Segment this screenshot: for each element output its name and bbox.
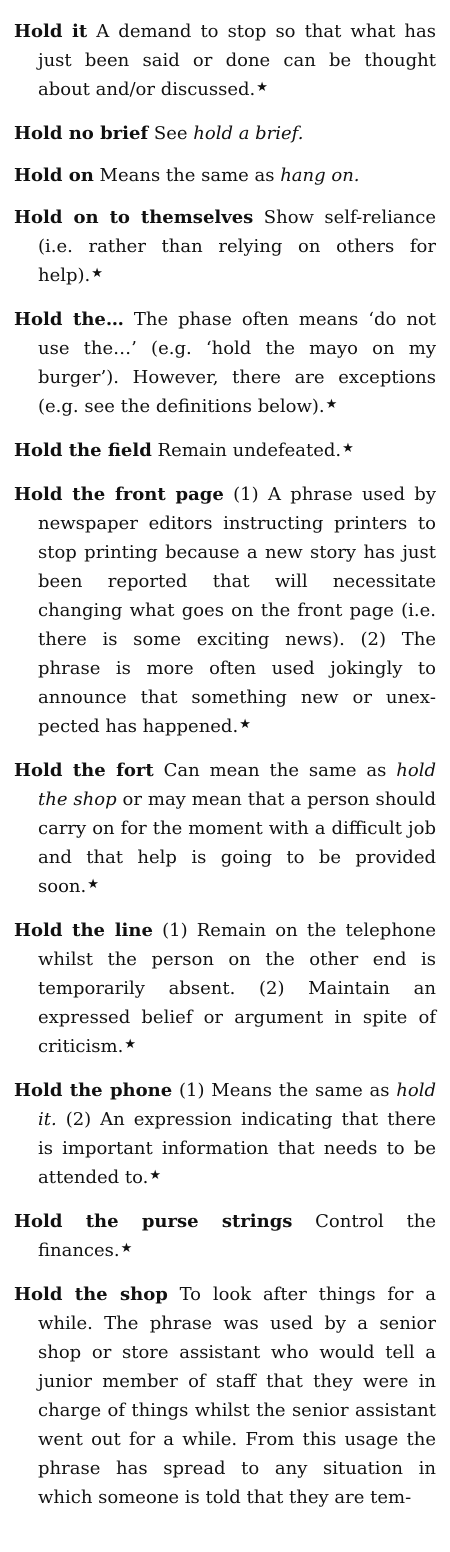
dictionary-entry: Hold the… The phase often means ‘do not …: [14, 305, 436, 423]
entry-headword: Hold the field: [14, 440, 152, 461]
entry-definition: See: [153, 123, 194, 144]
dictionary-entry: Hold on Means the same as hang on.: [14, 161, 436, 190]
dictionary-entry: Hold the fort Can mean the same as hold …: [14, 756, 436, 903]
star-marker: ★: [91, 266, 103, 281]
entry-headword: Hold the shop: [14, 1284, 168, 1305]
dictionary-entry: Hold the phone (1) Means the same as hol…: [14, 1076, 436, 1194]
entry-definition: (1) Means the same as: [179, 1080, 397, 1101]
entry-headword: Hold the…: [14, 309, 124, 330]
dictionary-entry: Hold the field Remain undefeated.★: [14, 436, 436, 467]
dictionary-page: Hold it A demand to stop so that what ha…: [14, 17, 436, 1525]
entry-headword: Hold the line: [14, 920, 153, 941]
cross-reference: hang on.: [280, 165, 360, 186]
dictionary-entry: Hold the purse strings Control the finan…: [14, 1207, 436, 1267]
entry-headword: Hold the purse strings: [14, 1211, 293, 1232]
entry-headword: Hold the fort: [14, 760, 154, 781]
dictionary-entry: Hold the front page (1) A phrase used by…: [14, 480, 436, 743]
entry-headword: Hold on: [14, 165, 94, 186]
entry-definition: (2) An expression indicating that there …: [38, 1109, 436, 1188]
cross-reference: hold a brief.: [193, 123, 304, 144]
dictionary-entry: Hold the shop To look after things for a…: [14, 1280, 436, 1512]
dictionary-entry: Hold on to themselves Show self-reliance…: [14, 203, 436, 292]
entry-headword: Hold the phone: [14, 1080, 173, 1101]
star-marker: ★: [124, 1037, 136, 1052]
entry-definition: (1) A phrase used by newspaper editors i…: [38, 484, 436, 737]
star-marker: ★: [325, 397, 338, 412]
star-marker: ★: [342, 441, 354, 456]
dictionary-entry: Hold the line (1) Remain on the telephon…: [14, 916, 436, 1063]
entry-definition: To look after things for a while. The ph…: [38, 1284, 436, 1508]
entry-definition: A demand to stop so that what has just b…: [38, 21, 436, 100]
star-marker: ★: [239, 717, 251, 732]
dictionary-entry: Hold no brief See hold a brief.: [14, 119, 436, 148]
star-marker: ★: [87, 877, 99, 892]
entry-headword: Hold it: [14, 21, 88, 42]
entry-definition: Remain undefeated.: [157, 440, 342, 461]
entry-headword: Hold on to themselves: [14, 207, 254, 228]
star-marker: ★: [256, 80, 268, 95]
star-marker: ★: [120, 1241, 133, 1256]
entry-headword: Hold the front page: [14, 484, 224, 505]
entry-definition: Means the same as: [99, 165, 281, 186]
star-marker: ★: [149, 1168, 161, 1183]
entry-definition: Can mean the same as: [163, 760, 397, 781]
entry-headword: Hold no brief: [14, 123, 149, 144]
dictionary-entry: Hold it A demand to stop so that what ha…: [14, 17, 436, 106]
